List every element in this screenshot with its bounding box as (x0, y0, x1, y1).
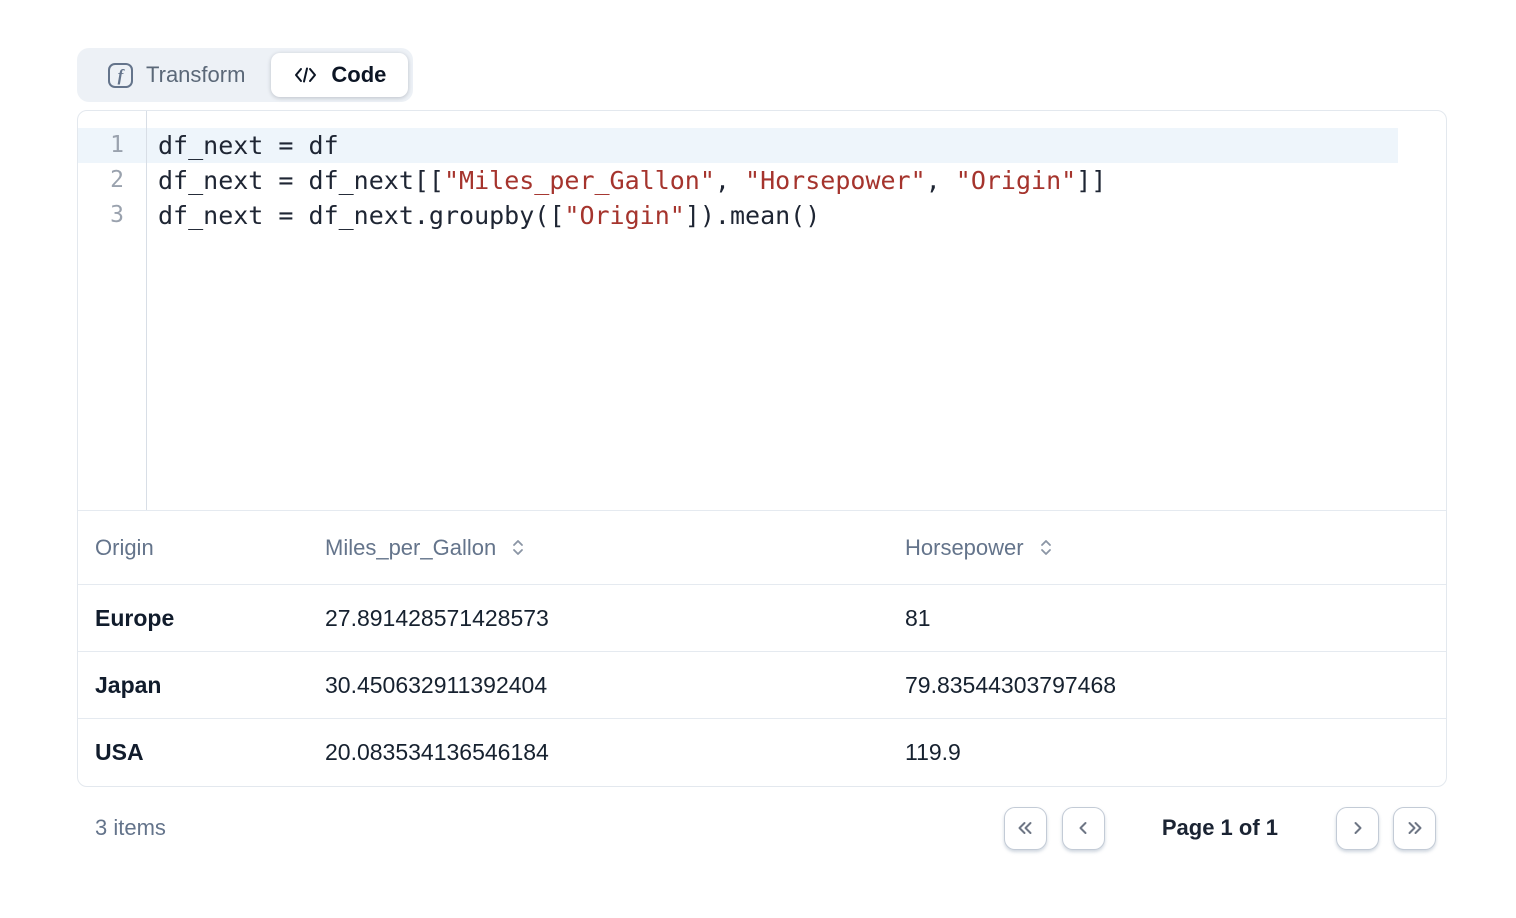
table-header-row: Origin Miles_per_Gallon Horsepower (78, 511, 1446, 585)
code-token: df_next = df_next[[ (158, 166, 444, 195)
tab-transform[interactable]: f Transform (82, 53, 271, 97)
pagination-controls: Page 1 of 1 (1004, 807, 1436, 850)
code-token: "Origin" (564, 201, 684, 230)
tab-code-label: Code (331, 62, 386, 88)
table-body: Europe27.89142857142857381Japan30.450632… (78, 585, 1446, 786)
cell-origin: USA (78, 739, 325, 766)
column-header-label: Horsepower (905, 535, 1024, 561)
column-header-origin: Origin (78, 535, 325, 561)
table-row: USA20.083534136546184119.9 (78, 719, 1446, 786)
code-icon (293, 64, 318, 86)
sort-icon (510, 537, 526, 558)
table-row: Europe27.89142857142857381 (78, 585, 1446, 652)
code-line: 2df_next = df_next[["Miles_per_Gallon", … (78, 163, 1398, 198)
cell-horsepower: 81 (905, 605, 1446, 632)
code-token: ]] (1076, 166, 1106, 195)
cell-miles-per-gallon: 20.083534136546184 (325, 739, 905, 766)
code-content: df_next = df (146, 128, 339, 163)
cell-horsepower: 119.9 (905, 739, 1446, 766)
code-line: 3df_next = df_next.groupby(["Origin"]).m… (78, 198, 1398, 233)
code-token: "Miles_per_Gallon" (444, 166, 715, 195)
last-page-icon (1404, 818, 1426, 838)
line-number: 3 (78, 198, 146, 233)
tab-transform-label: Transform (146, 62, 245, 88)
code-token: ]).mean() (685, 201, 820, 230)
code-token: , (926, 166, 956, 195)
code-content: df_next = df_next[["Miles_per_Gallon", "… (146, 163, 1106, 198)
cell-origin: Japan (78, 672, 325, 699)
sort-button[interactable] (510, 537, 526, 558)
cell-origin: Europe (78, 605, 325, 632)
code-and-result-card: 1df_next = df2df_next = df_next[["Miles_… (77, 110, 1447, 787)
code-token: df_next = df_next.groupby([ (158, 201, 564, 230)
column-header-label: Origin (95, 535, 154, 561)
prev-page-icon (1073, 818, 1093, 838)
sort-button[interactable] (1038, 537, 1054, 558)
view-mode-tabs: f Transform Code (77, 48, 413, 102)
cell-horsepower: 79.83544303797468 (905, 672, 1446, 699)
column-header-miles_per_gallon: Miles_per_Gallon (325, 535, 905, 561)
last-page-button[interactable] (1393, 807, 1436, 850)
main-panel: f Transform Code 1df_next = df2df_next =… (77, 48, 1447, 852)
first-page-icon (1014, 818, 1036, 838)
column-header-label: Miles_per_Gallon (325, 535, 496, 561)
next-page-icon (1348, 818, 1368, 838)
code-editor[interactable]: 1df_next = df2df_next = df_next[["Miles_… (78, 111, 1446, 511)
code-token: "Horsepower" (745, 166, 926, 195)
line-number: 1 (78, 128, 146, 163)
code-token: "Origin" (956, 166, 1076, 195)
code-content: df_next = df_next.groupby(["Origin"]).me… (146, 198, 820, 233)
page-indicator: Page 1 of 1 (1162, 815, 1278, 841)
next-page-button[interactable] (1336, 807, 1379, 850)
first-page-button[interactable] (1004, 807, 1047, 850)
table-footer: 3 items Page 1 of 1 (77, 804, 1447, 852)
prev-page-button[interactable] (1062, 807, 1105, 850)
line-number: 2 (78, 163, 146, 198)
code-token: df_next = df (158, 131, 339, 160)
code-token: , (715, 166, 745, 195)
code-line: 1 df_next = df (78, 128, 1398, 163)
sort-icon (1038, 537, 1054, 558)
column-header-horsepower: Horsepower (905, 535, 1446, 561)
items-count: 3 items (77, 815, 1004, 841)
gutter-divider (146, 111, 147, 510)
function-icon: f (108, 63, 133, 88)
table-row: Japan30.45063291139240479.83544303797468 (78, 652, 1446, 719)
cell-miles-per-gallon: 30.450632911392404 (325, 672, 905, 699)
tab-code[interactable]: Code (271, 53, 408, 97)
cell-miles-per-gallon: 27.891428571428573 (325, 605, 905, 632)
